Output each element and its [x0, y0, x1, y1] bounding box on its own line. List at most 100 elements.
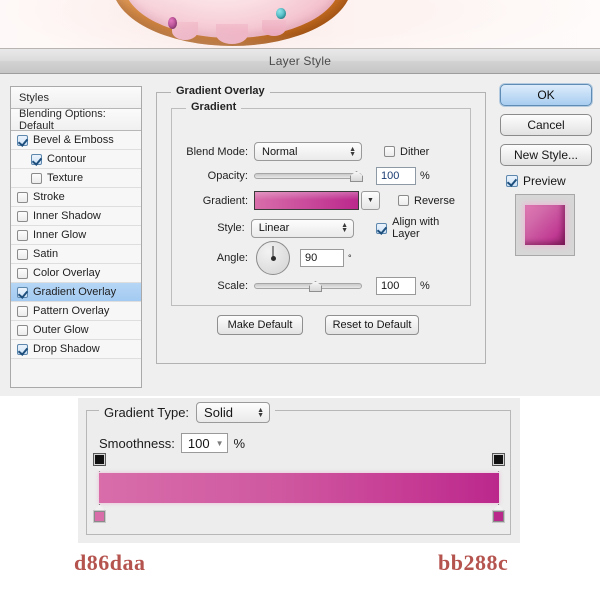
- smoothness-value: 100: [187, 435, 210, 451]
- new-style-button[interactable]: New Style...: [500, 144, 592, 166]
- angle-dial[interactable]: [256, 241, 290, 275]
- checkbox-align-with-layer[interactable]: [376, 222, 388, 234]
- smoothness-row: Smoothness: 100 ▼ %: [99, 433, 245, 453]
- opacity-stop-right[interactable]: [492, 453, 505, 472]
- checkbox-pattern-overlay[interactable]: [17, 305, 28, 317]
- gradient-swatch-gloss: [255, 192, 358, 201]
- dither-label: Dither: [400, 145, 430, 158]
- gradient-swatch[interactable]: [254, 191, 359, 210]
- gradient-group: Gradient Blend Mode: Normal ▲ ▼ Dither Op…: [171, 101, 471, 306]
- color-stop-right-pin: [493, 504, 504, 511]
- gradient-type-label: Gradient Type:: [104, 405, 190, 420]
- preview-thumbnail-swatch: [525, 205, 565, 245]
- layer-style-dialog: Styles Blending Options: Default Bevel &…: [0, 74, 600, 396]
- style-label: Bevel & Emboss: [33, 134, 114, 146]
- checkbox-contour[interactable]: [31, 153, 42, 165]
- sidebar-item-blending-options[interactable]: Blending Options: Default: [11, 107, 141, 132]
- gradient-style-select[interactable]: Linear ▲ ▼: [250, 218, 355, 238]
- style-label: Satin: [33, 248, 59, 260]
- style-label: Outer Glow: [33, 324, 89, 336]
- color-stop-right-swatch[interactable]: [492, 510, 505, 523]
- color-stop-left-swatch[interactable]: [93, 510, 106, 523]
- angle-input[interactable]: 90: [300, 249, 344, 267]
- sidebar-item-drop-shadow[interactable]: Drop Shadow: [11, 340, 141, 359]
- opacity-stop-left-box: [93, 453, 106, 466]
- color-stop-left[interactable]: [93, 504, 106, 523]
- angle-label: Angle:: [216, 252, 248, 264]
- opacity-stop-right-box: [492, 453, 505, 466]
- sidebar-item-gradient-overlay[interactable]: Gradient Overlay: [11, 283, 141, 302]
- scale-slider-track: [254, 283, 362, 289]
- checkbox-texture[interactable]: [31, 172, 42, 184]
- gradient-label: Gradient:: [202, 194, 248, 207]
- blend-mode-select[interactable]: Normal ▲ ▼: [254, 142, 362, 161]
- checkbox-inner-shadow[interactable]: [17, 210, 28, 222]
- gradient-editor-panel: Gradient Type: Solid ▲ ▼ Smoothness: 100 …: [78, 398, 520, 543]
- preview-toggle[interactable]: Preview: [506, 174, 592, 188]
- gradient-editor-fieldset: Gradient Type: Solid ▲ ▼ Smoothness: 100 …: [86, 402, 511, 535]
- gradient-ramp-bar[interactable]: [99, 473, 499, 503]
- style-select-label: Style:: [217, 222, 245, 234]
- reset-to-default-label: Reset to Default: [332, 319, 412, 331]
- opacity-stop-left[interactable]: [93, 453, 106, 472]
- cancel-button[interactable]: Cancel: [500, 114, 592, 136]
- chevron-down-icon: ▼: [367, 197, 374, 204]
- checkbox-drop-shadow[interactable]: [17, 343, 28, 355]
- color-stop-right[interactable]: [492, 504, 505, 523]
- checkbox-stroke[interactable]: [17, 191, 28, 203]
- style-label: Inner Shadow: [33, 210, 101, 222]
- scale-value: 100: [381, 280, 400, 292]
- angle-dial-center: [270, 255, 276, 261]
- smoothness-combo[interactable]: 100 ▼: [180, 433, 228, 453]
- gradient-overlay-section-title: Gradient Overlay: [171, 85, 270, 97]
- gradient-ramp[interactable]: [93, 453, 505, 523]
- sidebar-item-inner-glow[interactable]: Inner Glow: [11, 226, 141, 245]
- preview-label: Preview: [523, 174, 566, 188]
- dialog-titlebar: Layer Style: [0, 48, 600, 74]
- checkbox-gradient-overlay[interactable]: [17, 286, 28, 298]
- gradient-style-value: Linear: [258, 222, 290, 234]
- blend-mode-label: Blend Mode:: [186, 145, 248, 158]
- blending-options-label: Blending Options: Default: [19, 107, 106, 132]
- checkbox-preview[interactable]: [506, 175, 518, 187]
- scale-label: Scale:: [217, 280, 248, 292]
- checkbox-color-overlay[interactable]: [17, 267, 28, 279]
- checkbox-reverse[interactable]: [398, 195, 409, 206]
- checkbox-inner-glow[interactable]: [17, 229, 28, 241]
- gradient-preset-dropdown[interactable]: ▼: [361, 191, 380, 210]
- new-style-label: New Style...: [513, 148, 579, 162]
- sidebar-item-contour[interactable]: Contour: [11, 150, 141, 169]
- style-label: Inner Glow: [33, 229, 87, 241]
- checkbox-outer-glow[interactable]: [17, 324, 28, 336]
- smoothness-unit: %: [233, 435, 246, 451]
- opacity-stop-right-pin: [493, 465, 504, 472]
- sidebar-item-inner-shadow[interactable]: Inner Shadow: [11, 207, 141, 226]
- reset-to-default-button[interactable]: Reset to Default: [325, 315, 419, 335]
- opacity-input[interactable]: 100: [376, 167, 416, 185]
- checkbox-dither[interactable]: [384, 146, 395, 157]
- gradient-type-select[interactable]: Solid ▲ ▼: [196, 402, 271, 423]
- sidebar-item-outer-glow[interactable]: Outer Glow: [11, 321, 141, 340]
- sidebar-item-texture[interactable]: Texture: [11, 169, 141, 188]
- sidebar-item-color-overlay[interactable]: Color Overlay: [11, 264, 141, 283]
- make-default-button[interactable]: Make Default: [217, 315, 303, 335]
- style-label: Color Overlay: [33, 267, 101, 279]
- styles-list-header-label: Styles: [19, 91, 49, 104]
- gradient-type-value: Solid: [204, 405, 233, 420]
- annotation-right-hex: bb288c: [438, 550, 509, 575]
- photo-vignette: [0, 0, 600, 48]
- angle-unit: °: [348, 253, 352, 263]
- sidebar-item-stroke[interactable]: Stroke: [11, 188, 141, 207]
- gradient-overlay-section: Gradient Overlay Gradient Blend Mode: No…: [156, 85, 486, 364]
- opacity-stop-left-pin: [94, 465, 105, 472]
- scale-input[interactable]: 100: [376, 277, 416, 295]
- checkbox-bevel-emboss[interactable]: [17, 134, 28, 146]
- color-stop-left-pin: [94, 504, 105, 511]
- ok-button[interactable]: OK: [500, 84, 592, 106]
- opacity-slider[interactable]: [254, 170, 363, 182]
- checkbox-satin[interactable]: [17, 248, 28, 260]
- sidebar-item-bevel-emboss[interactable]: Bevel & Emboss: [11, 131, 141, 150]
- scale-slider[interactable]: [254, 280, 362, 292]
- sidebar-item-pattern-overlay[interactable]: Pattern Overlay: [11, 302, 141, 321]
- sidebar-item-satin[interactable]: Satin: [11, 245, 141, 264]
